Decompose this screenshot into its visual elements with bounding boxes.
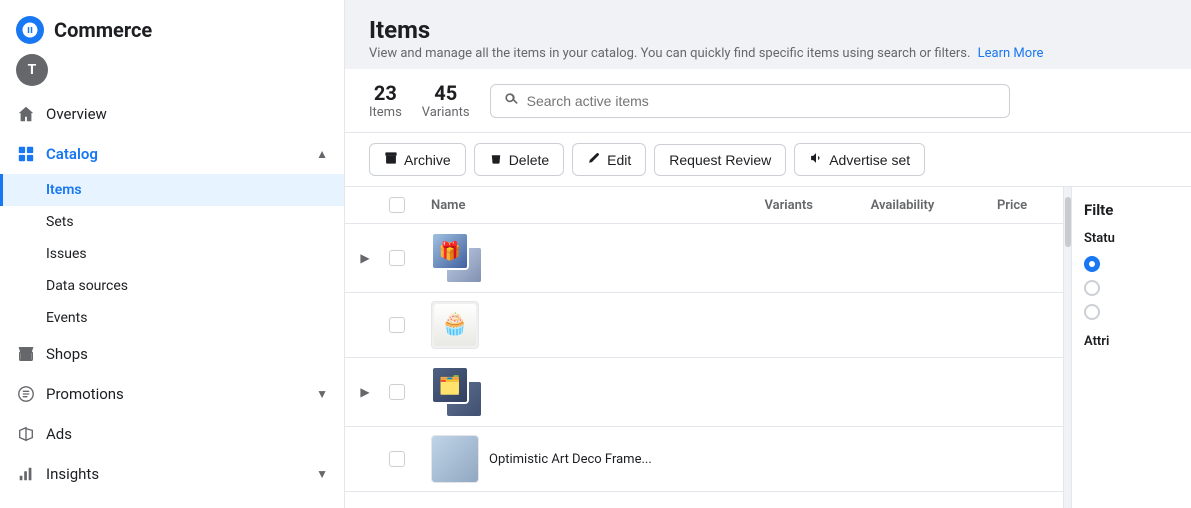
shop-icon [16,344,36,364]
promotions-label: Promotions [46,385,124,403]
variants-label: Variants [422,105,470,120]
sidebar-item-data-sources[interactable]: Data sources [0,270,344,302]
select-all-checkbox[interactable] [389,197,405,213]
row-checkbox[interactable] [389,451,405,467]
shops-label: Shops [46,345,88,363]
stats-search-bar: 23 Items 45 Variants [345,69,1191,133]
delete-icon [489,151,503,168]
items-label: Items [369,105,402,120]
filter-option-2[interactable] [1084,280,1179,296]
avatar[interactable]: T [16,54,48,86]
chevron-down-icon-insights: ▼ [316,467,328,481]
scrollbar[interactable] [1063,187,1071,508]
ads-label: Ads [46,425,72,443]
radio-unselected [1084,280,1100,296]
grid-icon [16,144,36,164]
page-header: Items View and manage all the items in y… [345,0,1191,69]
item-thumbnail-stack-dark: 🗂️ [431,366,483,418]
items-count: 23 [369,81,402,105]
col-price: Price [981,187,1063,224]
col-variants: Variants [748,187,854,224]
page-title: Items [369,16,1167,44]
promotions-icon [16,384,36,404]
filter-option-1[interactable] [1084,256,1179,272]
meta-icon [21,21,39,39]
filter-title: Filte [1084,201,1179,219]
radio-unselected-2 [1084,304,1100,320]
chevron-up-icon: ▲ [316,147,328,161]
items-table: Name Variants Availability Price ▶ [345,187,1063,508]
row-expand-icon[interactable]: ▶ [360,251,369,265]
main-content: Items View and manage all the items in y… [345,0,1191,508]
filter-panel: Filte Statu Attri [1071,187,1191,508]
sidebar-item-shops[interactable]: Shops [0,334,344,374]
archive-button[interactable]: Archive [369,143,466,176]
row-checkbox[interactable] [389,317,405,333]
sidebar-item-items[interactable]: Items [0,174,344,206]
content-card: 23 Items 45 Variants Archive [345,69,1191,508]
items-stat: 23 Items [369,81,402,120]
request-review-button[interactable]: Request Review [654,144,786,176]
insights-label: Insights [46,465,99,483]
search-icon [503,91,519,111]
table-row: 🧁 [345,293,1063,358]
delete-button[interactable]: Delete [474,143,564,176]
app-title: Commerce [54,18,152,42]
radio-selected [1084,256,1100,272]
item-thumbnail: 🧁 [431,301,479,349]
table-filter-container: Name Variants Availability Price ▶ [345,187,1191,508]
home-icon [16,104,36,124]
item-thumbnail-small [431,435,479,483]
table-row: ▶ 🎁 [345,224,1063,293]
meta-logo [16,16,44,44]
table-row: ▶ 🗂️ [345,358,1063,427]
variants-count: 45 [422,81,470,105]
item-name: Optimistic Art Deco Frame... [489,452,652,467]
sidebar-item-ads[interactable]: Ads [0,414,344,454]
variants-stat: 45 Variants [422,81,470,120]
col-availability: Availability [855,187,981,224]
search-box [490,84,1010,118]
sidebar-item-insights[interactable]: Insights ▼ [0,454,344,494]
megaphone-icon [809,151,823,168]
col-name: Name [415,187,748,224]
chevron-down-icon: ▼ [316,387,328,401]
filter-attr-title: Attri [1084,334,1179,349]
filter-option-3[interactable] [1084,304,1179,320]
table-row: Optimistic Art Deco Frame... [345,427,1063,492]
sidebar-nav: Overview Catalog ▲ Items Sets Issues Dat… [0,94,344,494]
edit-icon [587,151,601,168]
row-checkbox[interactable] [389,250,405,266]
action-bar: Archive Delete Edit Request Review [345,133,1191,187]
item-thumbnail-stack: 🎁 [431,232,483,284]
filter-status-label: Statu [1084,231,1179,246]
row-expand-icon[interactable]: ▶ [360,385,369,399]
sidebar-item-label: Overview [46,105,107,123]
edit-button[interactable]: Edit [572,143,646,176]
catalog-label: Catalog [46,145,98,163]
advertise-set-button[interactable]: Advertise set [794,143,925,176]
sidebar-item-sets[interactable]: Sets [0,206,344,238]
sidebar-item-catalog[interactable]: Catalog ▲ [0,134,344,174]
sidebar-item-events[interactable]: Events [0,302,344,334]
sidebar-item-promotions[interactable]: Promotions ▼ [0,374,344,414]
ads-icon [16,424,36,444]
search-input[interactable] [527,93,997,109]
sidebar-item-issues[interactable]: Issues [0,238,344,270]
sidebar-item-overview[interactable]: Overview [0,94,344,134]
learn-more-link[interactable]: Learn More [978,46,1044,61]
sidebar: Commerce T Overview Catalog ▲ Items Sets [0,0,345,508]
page-description: View and manage all the items in your ca… [369,46,1167,61]
archive-icon [384,151,398,168]
row-checkbox[interactable] [389,384,405,400]
insights-icon [16,464,36,484]
